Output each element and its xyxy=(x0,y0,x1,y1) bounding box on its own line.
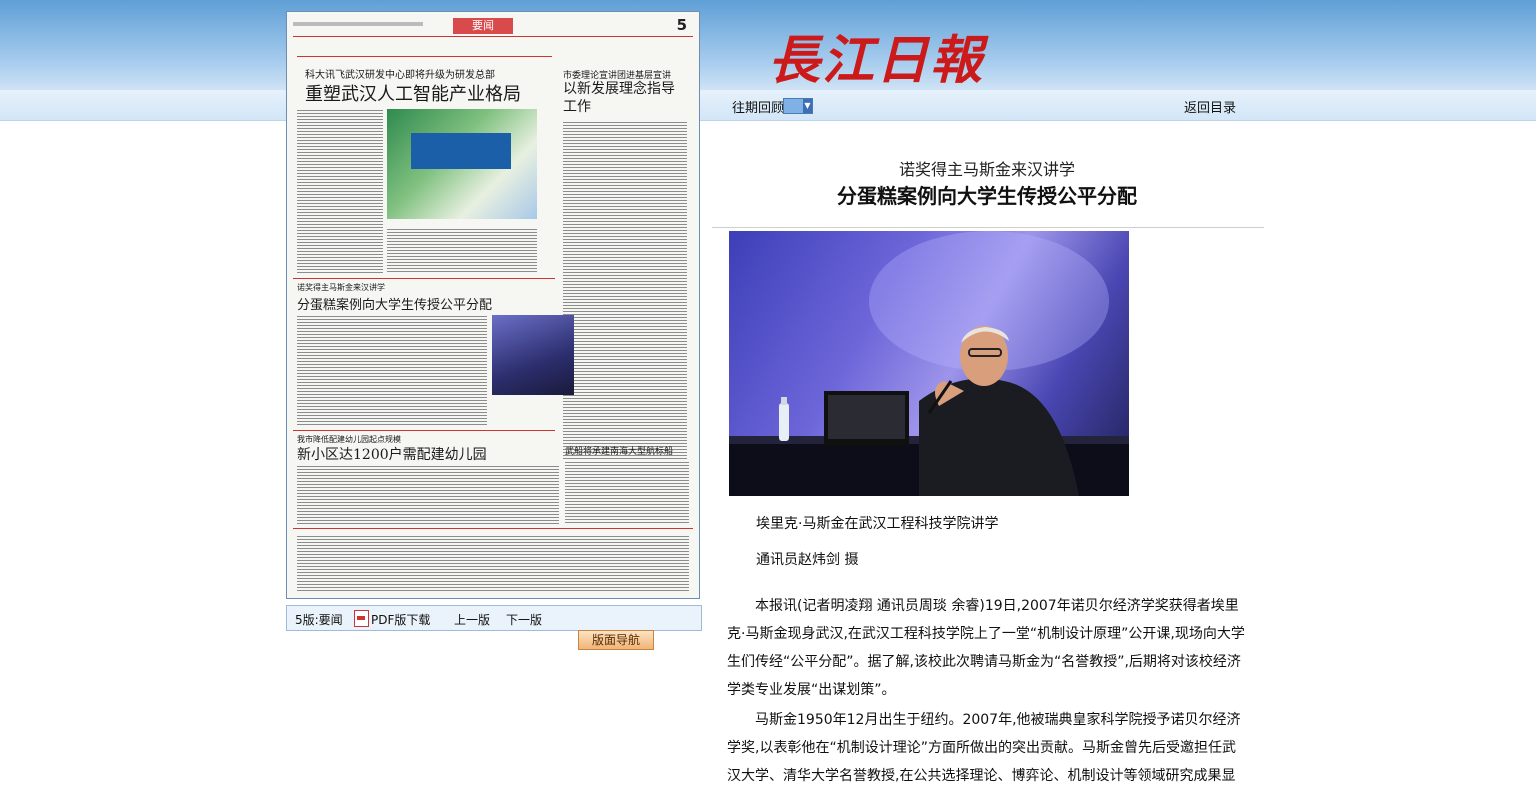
past-issues-link[interactable]: 往期回顾 xyxy=(732,97,784,116)
page-label[interactable]: 5版:要闻 xyxy=(295,611,343,628)
story5-title[interactable]: 武船将承建南海大型航标船 xyxy=(565,444,673,457)
title-divider xyxy=(712,227,1264,228)
rule xyxy=(293,528,693,529)
prev-page-link[interactable]: 上一版 xyxy=(454,611,490,628)
story3-title[interactable]: 分蛋糕案例向大学生传授公平分配 xyxy=(297,294,492,313)
calendar-dropdown[interactable]: ▼ xyxy=(783,98,813,114)
article-paragraph-2: 马斯金1950年12月出生于纽约。2007年,他被瑞典皇家科学院授予诺贝尔经济学… xyxy=(727,712,1241,784)
rule xyxy=(293,430,555,431)
story1-photo xyxy=(387,109,537,219)
article-photo xyxy=(729,231,1129,496)
story2-text xyxy=(563,120,687,460)
page-section-label: 要闻 xyxy=(453,18,513,34)
layout-nav-button[interactable]: 版面导航 xyxy=(578,630,654,650)
pdf-icon[interactable] xyxy=(354,610,369,627)
pdf-download-link[interactable]: PDF版下载 xyxy=(371,611,430,628)
rule xyxy=(293,278,555,279)
back-to-index-link[interactable]: 返回目录 xyxy=(1184,97,1236,116)
lecture-photo xyxy=(729,231,1129,496)
photo-banner xyxy=(411,133,511,169)
story1-text-2 xyxy=(387,227,537,273)
article-subtitle: 诺奖得主马斯金来汉讲学 xyxy=(898,160,1075,179)
chevron-down-icon[interactable]: ▼ xyxy=(803,99,812,113)
story4-text xyxy=(297,464,559,524)
story4-title[interactable]: 新小区达1200户需配建幼儿园 xyxy=(297,444,487,464)
story5-text xyxy=(565,460,689,524)
page-number: 5 xyxy=(676,16,687,34)
page-header-meta xyxy=(293,22,423,26)
photo-credit: 通讯员赵炜剑 摄 xyxy=(756,552,859,568)
story1-kicker[interactable]: 科大讯飞武汉研发中心即将升级为研发总部 xyxy=(305,66,495,81)
story3-kicker[interactable]: 诺奖得主马斯金来汉讲学 xyxy=(297,282,385,293)
newspaper-page-thumbnail[interactable]: 要闻 5 科大讯飞武汉研发中心即将升级为研发总部 重塑武汉人工智能产业格局 市委… xyxy=(286,11,700,599)
article-paragraph-1: 本报讯(记者明凌翔 通讯员周琰 余睿)19日,2007年诺贝尔经济学奖获得者埃里… xyxy=(727,598,1245,698)
photo-caption: 埃里克·马斯金在武汉工程科技学院讲学 xyxy=(756,516,999,532)
story1-text xyxy=(297,108,383,273)
rule xyxy=(297,56,552,57)
page-toolbar: 5版:要闻 PDF版下载 上一版 下一版 xyxy=(286,605,702,631)
story2-title[interactable]: 以新发展理念指导工作 xyxy=(563,80,683,116)
story3-text xyxy=(297,314,487,426)
bottom-stories-text xyxy=(297,534,689,592)
story3-photo xyxy=(492,315,574,395)
article-title: 分蛋糕案例向大学生传授公平分配 xyxy=(837,184,1137,208)
header-rule xyxy=(293,36,693,37)
newspaper-logo[interactable]: 長江日報 xyxy=(768,18,984,93)
next-page-link[interactable]: 下一版 xyxy=(506,611,542,628)
story1-title[interactable]: 重塑武汉人工智能产业格局 xyxy=(305,80,521,106)
